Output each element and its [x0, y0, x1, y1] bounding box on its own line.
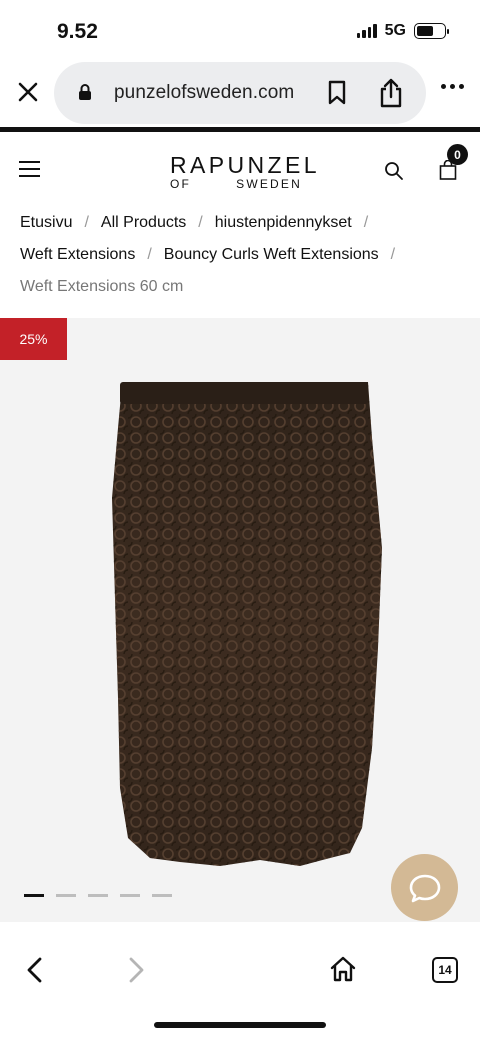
browser-toolbar: 14 — [0, 940, 480, 1000]
chat-bubble-icon — [409, 874, 440, 902]
back-icon[interactable] — [24, 956, 46, 989]
signal-icon — [356, 24, 377, 38]
product-image — [112, 382, 382, 866]
tabs-icon[interactable]: 14 — [432, 957, 458, 983]
status-bar: 9.52 5G — [0, 0, 480, 62]
browser-address-bar: punzelofsweden.com — [0, 60, 480, 126]
search-icon[interactable] — [384, 161, 404, 186]
breadcrumb-home[interactable]: Etusivu — [20, 214, 72, 232]
site-header: RAPUNZEL OF SWEDEN 0 — [0, 132, 480, 207]
url-text: punzelofsweden.com — [114, 82, 295, 103]
network-label: 5G — [384, 22, 406, 39]
breadcrumb-separator: / — [363, 214, 369, 231]
bookmark-icon[interactable] — [326, 80, 348, 111]
breadcrumb-all-products[interactable]: All Products — [101, 214, 186, 232]
battery-icon — [414, 23, 449, 39]
more-icon[interactable] — [441, 84, 464, 89]
pagination-dot[interactable] — [120, 894, 140, 897]
product-gallery[interactable]: 25% — [0, 318, 480, 922]
lock-icon — [78, 83, 92, 106]
logo-wordmark: RAPUNZEL — [170, 152, 320, 178]
logo-sweden: SWEDEN — [236, 177, 302, 191]
cart-button[interactable]: 0 — [439, 144, 469, 184]
breadcrumb-separator: / — [147, 246, 152, 263]
breadcrumb-separator: / — [198, 214, 203, 231]
logo-of: OF — [170, 177, 192, 191]
close-icon[interactable] — [14, 78, 42, 106]
chat-button[interactable] — [391, 854, 458, 921]
breadcrumb: Etusivu / All Products / hiustenpidennyk… — [20, 207, 460, 303]
pagination-dot[interactable] — [56, 894, 76, 897]
breadcrumb-separator: / — [84, 214, 89, 231]
menu-icon[interactable] — [19, 161, 40, 177]
brand-logo[interactable]: RAPUNZEL OF SWEDEN — [170, 152, 320, 192]
image-pagination[interactable] — [24, 894, 172, 897]
logo-subline: OF SWEDEN — [170, 177, 306, 191]
pagination-dot[interactable] — [152, 894, 172, 897]
breadcrumb-current: Weft Extensions 60 cm — [20, 278, 184, 295]
status-indicators: 5G — [356, 22, 449, 40]
status-time: 9.52 — [57, 20, 98, 43]
breadcrumb-category[interactable]: hiustenpidennykset — [215, 214, 352, 232]
url-field[interactable]: punzelofsweden.com — [54, 62, 426, 124]
breadcrumb-weft-extensions[interactable]: Weft Extensions — [20, 246, 135, 264]
share-icon[interactable] — [377, 77, 405, 114]
home-indicator — [154, 1022, 326, 1028]
pagination-dot-active[interactable] — [24, 894, 44, 897]
home-icon[interactable] — [329, 955, 357, 988]
breadcrumb-bouncy-curls[interactable]: Bouncy Curls Weft Extensions — [164, 246, 379, 264]
pagination-dot[interactable] — [88, 894, 108, 897]
cart-count-badge: 0 — [447, 144, 468, 165]
forward-icon[interactable] — [125, 956, 147, 989]
discount-badge: 25% — [0, 318, 67, 360]
breadcrumb-separator: / — [390, 246, 396, 263]
